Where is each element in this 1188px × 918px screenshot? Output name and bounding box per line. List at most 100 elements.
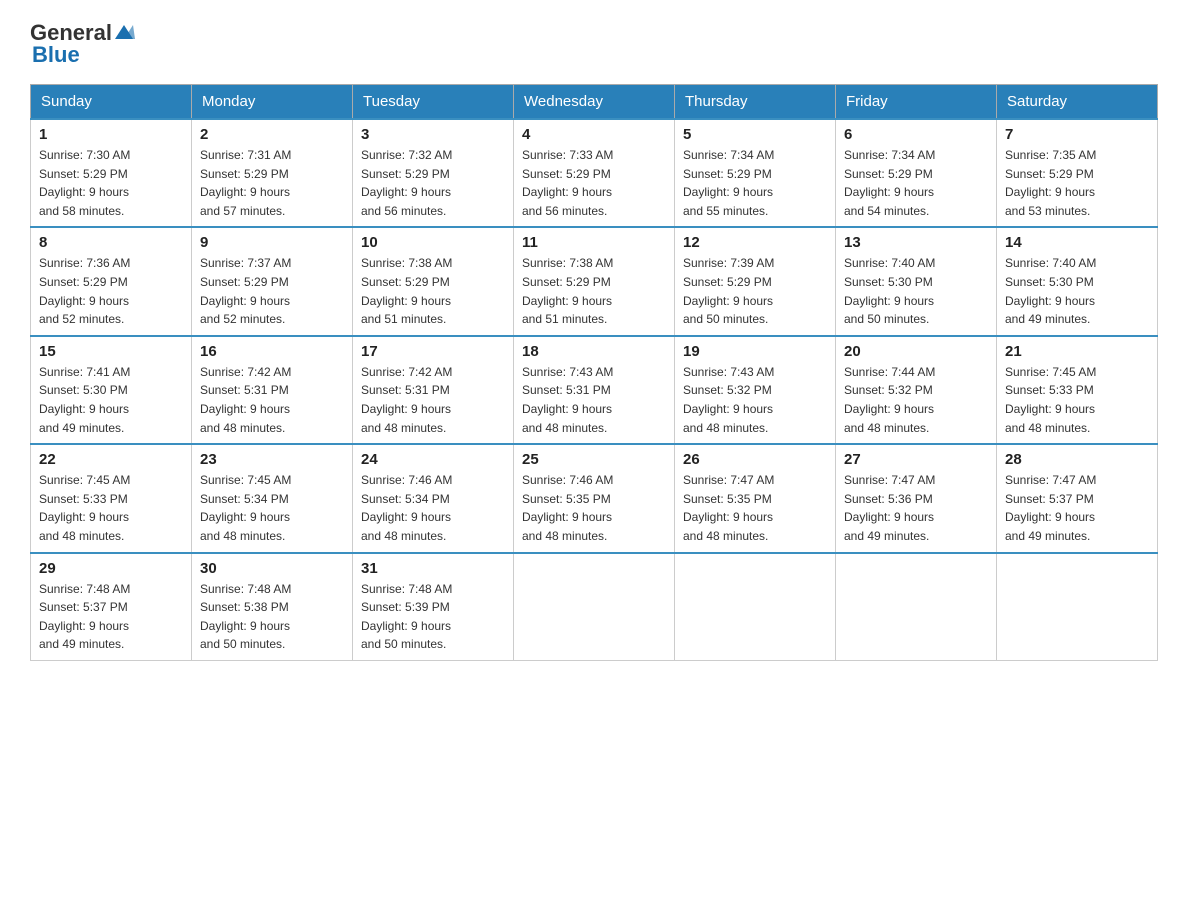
calendar-cell: 13 Sunrise: 7:40 AMSunset: 5:30 PMDayligh…	[836, 227, 997, 335]
calendar-cell: 8 Sunrise: 7:36 AMSunset: 5:29 PMDaylight…	[31, 227, 192, 335]
day-number: 5	[683, 126, 827, 143]
day-number: 26	[683, 451, 827, 468]
header-sunday: Sunday	[31, 85, 192, 120]
calendar-cell: 27Sunrise: 7:47 AMSunset: 5:36 PMDayligh…	[836, 444, 997, 552]
day-info: Sunrise: 7:43 AMSunset: 5:32 PMDaylight:…	[683, 363, 827, 437]
calendar-cell: 22Sunrise: 7:45 AMSunset: 5:33 PMDayligh…	[31, 444, 192, 552]
day-info: Sunrise: 7:47 AMSunset: 5:36 PMDaylight:…	[844, 471, 988, 545]
day-number: 14	[1005, 234, 1149, 251]
day-number: 15	[39, 343, 183, 360]
day-number: 17	[361, 343, 505, 360]
day-number: 28	[1005, 451, 1149, 468]
calendar-cell	[675, 553, 836, 661]
day-info: Sunrise: 7:37 AMSunset: 5:29 PMDaylight:…	[200, 254, 344, 328]
calendar-cell: 11Sunrise: 7:38 AMSunset: 5:29 PMDayligh…	[514, 227, 675, 335]
day-info: Sunrise: 7:34 AMSunset: 5:29 PMDaylight:…	[683, 146, 827, 220]
day-number: 19	[683, 343, 827, 360]
calendar-cell: 5 Sunrise: 7:34 AMSunset: 5:29 PMDaylight…	[675, 119, 836, 227]
calendar-cell	[836, 553, 997, 661]
day-info: Sunrise: 7:36 AMSunset: 5:29 PMDaylight:…	[39, 254, 183, 328]
header-wednesday: Wednesday	[514, 85, 675, 120]
calendar-cell: 25 Sunrise: 7:46 AMSunset: 5:35 PMDayligh…	[514, 444, 675, 552]
calendar-cell: 18Sunrise: 7:43 AMSunset: 5:31 PMDayligh…	[514, 336, 675, 444]
day-info: Sunrise: 7:40 AMSunset: 5:30 PMDaylight:…	[844, 254, 988, 328]
day-info: Sunrise: 7:47 AMSunset: 5:37 PMDaylight:…	[1005, 471, 1149, 545]
header-saturday: Saturday	[997, 85, 1158, 120]
week-row-4: 22Sunrise: 7:45 AMSunset: 5:33 PMDayligh…	[31, 444, 1158, 552]
day-info: Sunrise: 7:48 AMSunset: 5:39 PMDaylight:…	[361, 580, 505, 654]
calendar-table: SundayMondayTuesdayWednesdayThursdayFrid…	[30, 84, 1158, 661]
day-info: Sunrise: 7:41 AMSunset: 5:30 PMDaylight:…	[39, 363, 183, 437]
day-number: 16	[200, 343, 344, 360]
day-info: Sunrise: 7:45 AMSunset: 5:33 PMDaylight:…	[1005, 363, 1149, 437]
day-number: 29	[39, 560, 183, 577]
logo-blue-text: Blue	[32, 42, 80, 67]
header-thursday: Thursday	[675, 85, 836, 120]
day-info: Sunrise: 7:38 AMSunset: 5:29 PMDaylight:…	[361, 254, 505, 328]
day-number: 2	[200, 126, 344, 143]
day-info: Sunrise: 7:46 AMSunset: 5:35 PMDaylight:…	[522, 471, 666, 545]
week-row-2: 8 Sunrise: 7:36 AMSunset: 5:29 PMDaylight…	[31, 227, 1158, 335]
day-info: Sunrise: 7:47 AMSunset: 5:35 PMDaylight:…	[683, 471, 827, 545]
day-number: 13	[844, 234, 988, 251]
calendar-cell: 7 Sunrise: 7:35 AMSunset: 5:29 PMDaylight…	[997, 119, 1158, 227]
calendar-cell: 16 Sunrise: 7:42 AMSunset: 5:31 PMDayligh…	[192, 336, 353, 444]
day-info: Sunrise: 7:42 AMSunset: 5:31 PMDaylight:…	[361, 363, 505, 437]
week-row-1: 1 Sunrise: 7:30 AMSunset: 5:29 PMDaylight…	[31, 119, 1158, 227]
day-info: Sunrise: 7:33 AMSunset: 5:29 PMDaylight:…	[522, 146, 666, 220]
header-row: SundayMondayTuesdayWednesdayThursdayFrid…	[31, 85, 1158, 120]
day-number: 20	[844, 343, 988, 360]
calendar-cell: 2Sunrise: 7:31 AMSunset: 5:29 PMDaylight…	[192, 119, 353, 227]
calendar-cell: 23 Sunrise: 7:45 AMSunset: 5:34 PMDayligh…	[192, 444, 353, 552]
day-number: 6	[844, 126, 988, 143]
day-info: Sunrise: 7:43 AMSunset: 5:31 PMDaylight:…	[522, 363, 666, 437]
logo: General Blue	[30, 20, 136, 68]
calendar-cell	[514, 553, 675, 661]
day-info: Sunrise: 7:48 AMSunset: 5:38 PMDaylight:…	[200, 580, 344, 654]
calendar-cell: 31 Sunrise: 7:48 AMSunset: 5:39 PMDayligh…	[353, 553, 514, 661]
calendar-cell: 26 Sunrise: 7:47 AMSunset: 5:35 PMDayligh…	[675, 444, 836, 552]
calendar-cell: 3 Sunrise: 7:32 AMSunset: 5:29 PMDaylight…	[353, 119, 514, 227]
day-info: Sunrise: 7:46 AMSunset: 5:34 PMDaylight:…	[361, 471, 505, 545]
calendar-cell: 15 Sunrise: 7:41 AMSunset: 5:30 PMDayligh…	[31, 336, 192, 444]
calendar-cell: 29 Sunrise: 7:48 AMSunset: 5:37 PMDayligh…	[31, 553, 192, 661]
day-info: Sunrise: 7:39 AMSunset: 5:29 PMDaylight:…	[683, 254, 827, 328]
day-number: 3	[361, 126, 505, 143]
day-number: 8	[39, 234, 183, 251]
day-number: 23	[200, 451, 344, 468]
page-header: General Blue	[30, 20, 1158, 68]
day-info: Sunrise: 7:44 AMSunset: 5:32 PMDaylight:…	[844, 363, 988, 437]
day-number: 25	[522, 451, 666, 468]
calendar-cell: 30Sunrise: 7:48 AMSunset: 5:38 PMDayligh…	[192, 553, 353, 661]
day-number: 24	[361, 451, 505, 468]
header-tuesday: Tuesday	[353, 85, 514, 120]
day-number: 1	[39, 126, 183, 143]
day-info: Sunrise: 7:30 AMSunset: 5:29 PMDaylight:…	[39, 146, 183, 220]
day-info: Sunrise: 7:35 AMSunset: 5:29 PMDaylight:…	[1005, 146, 1149, 220]
calendar-cell: 1 Sunrise: 7:30 AMSunset: 5:29 PMDaylight…	[31, 119, 192, 227]
calendar-cell: 6Sunrise: 7:34 AMSunset: 5:29 PMDaylight…	[836, 119, 997, 227]
calendar-cell	[997, 553, 1158, 661]
day-info: Sunrise: 7:32 AMSunset: 5:29 PMDaylight:…	[361, 146, 505, 220]
day-info: Sunrise: 7:45 AMSunset: 5:33 PMDaylight:…	[39, 471, 183, 545]
calendar-cell: 21 Sunrise: 7:45 AMSunset: 5:33 PMDayligh…	[997, 336, 1158, 444]
day-number: 21	[1005, 343, 1149, 360]
calendar-cell: 12 Sunrise: 7:39 AMSunset: 5:29 PMDayligh…	[675, 227, 836, 335]
day-info: Sunrise: 7:38 AMSunset: 5:29 PMDaylight:…	[522, 254, 666, 328]
calendar-cell: 19 Sunrise: 7:43 AMSunset: 5:32 PMDayligh…	[675, 336, 836, 444]
day-number: 12	[683, 234, 827, 251]
day-info: Sunrise: 7:48 AMSunset: 5:37 PMDaylight:…	[39, 580, 183, 654]
logo-triangle-icon	[113, 21, 135, 43]
calendar-cell: 17 Sunrise: 7:42 AMSunset: 5:31 PMDayligh…	[353, 336, 514, 444]
calendar-cell: 24 Sunrise: 7:46 AMSunset: 5:34 PMDayligh…	[353, 444, 514, 552]
day-info: Sunrise: 7:40 AMSunset: 5:30 PMDaylight:…	[1005, 254, 1149, 328]
day-number: 31	[361, 560, 505, 577]
day-number: 10	[361, 234, 505, 251]
calendar-cell: 14 Sunrise: 7:40 AMSunset: 5:30 PMDayligh…	[997, 227, 1158, 335]
day-info: Sunrise: 7:42 AMSunset: 5:31 PMDaylight:…	[200, 363, 344, 437]
calendar-cell: 4Sunrise: 7:33 AMSunset: 5:29 PMDaylight…	[514, 119, 675, 227]
header-monday: Monday	[192, 85, 353, 120]
calendar-cell: 28 Sunrise: 7:47 AMSunset: 5:37 PMDayligh…	[997, 444, 1158, 552]
day-info: Sunrise: 7:45 AMSunset: 5:34 PMDaylight:…	[200, 471, 344, 545]
day-number: 7	[1005, 126, 1149, 143]
